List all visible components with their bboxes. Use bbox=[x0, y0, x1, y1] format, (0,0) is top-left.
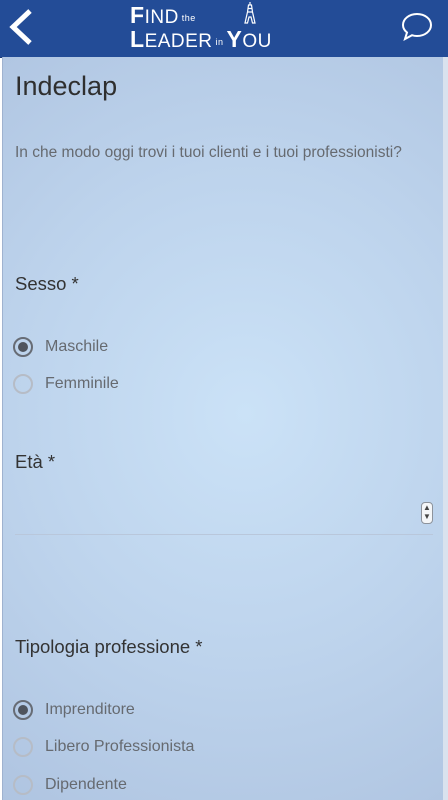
speech-bubble-icon bbox=[401, 12, 433, 41]
option-label: Maschile bbox=[45, 338, 109, 355]
option-label: Imprenditore bbox=[45, 701, 135, 718]
number-stepper[interactable]: ▲ ▼ bbox=[421, 502, 433, 524]
scrollbar[interactable] bbox=[443, 57, 448, 800]
form-description: In che modo oggi trovi i tuoi clienti e … bbox=[15, 144, 402, 161]
option-label: Libero Professionista bbox=[45, 738, 195, 755]
radio-option-imprenditore[interactable]: Imprenditore bbox=[13, 697, 135, 723]
stepper-up-icon[interactable]: ▲ bbox=[422, 503, 432, 512]
option-label: Dipendente bbox=[45, 776, 127, 793]
back-button[interactable] bbox=[4, 6, 38, 48]
radio-button[interactable] bbox=[13, 374, 33, 394]
radio-option-dipendente[interactable]: Dipendente bbox=[13, 772, 127, 798]
radio-option-maschile[interactable]: Maschile bbox=[13, 334, 108, 360]
radio-option-femminile[interactable]: Femminile bbox=[13, 371, 119, 397]
radio-button-checked[interactable] bbox=[13, 337, 33, 357]
chevron-left-icon bbox=[9, 9, 32, 45]
question-label-sesso: Sesso * bbox=[15, 273, 79, 294]
app-header: FIND the LEADER in YOU bbox=[0, 0, 448, 58]
radio-button-checked[interactable] bbox=[13, 700, 33, 720]
eiffel-tower-icon bbox=[244, 2, 256, 24]
question-label-eta: Età * bbox=[15, 451, 56, 472]
age-number-input[interactable]: ▲ ▼ bbox=[15, 490, 433, 535]
chat-button[interactable] bbox=[400, 10, 434, 42]
radio-button[interactable] bbox=[13, 775, 33, 795]
question-label-tipologia-professione: Tipologia professione * bbox=[15, 636, 203, 657]
form-content[interactable]: Indeclap In che modo oggi trovi i tuoi c… bbox=[2, 57, 444, 800]
find-the-leader-in-you-logo: FIND the LEADER in YOU bbox=[130, 2, 272, 52]
radio-button[interactable] bbox=[13, 737, 33, 757]
form-title: Indeclap bbox=[15, 71, 118, 101]
radio-option-libero-professionista[interactable]: Libero Professionista bbox=[13, 734, 194, 760]
option-label: Femminile bbox=[45, 375, 119, 392]
stepper-down-icon[interactable]: ▼ bbox=[422, 512, 432, 521]
